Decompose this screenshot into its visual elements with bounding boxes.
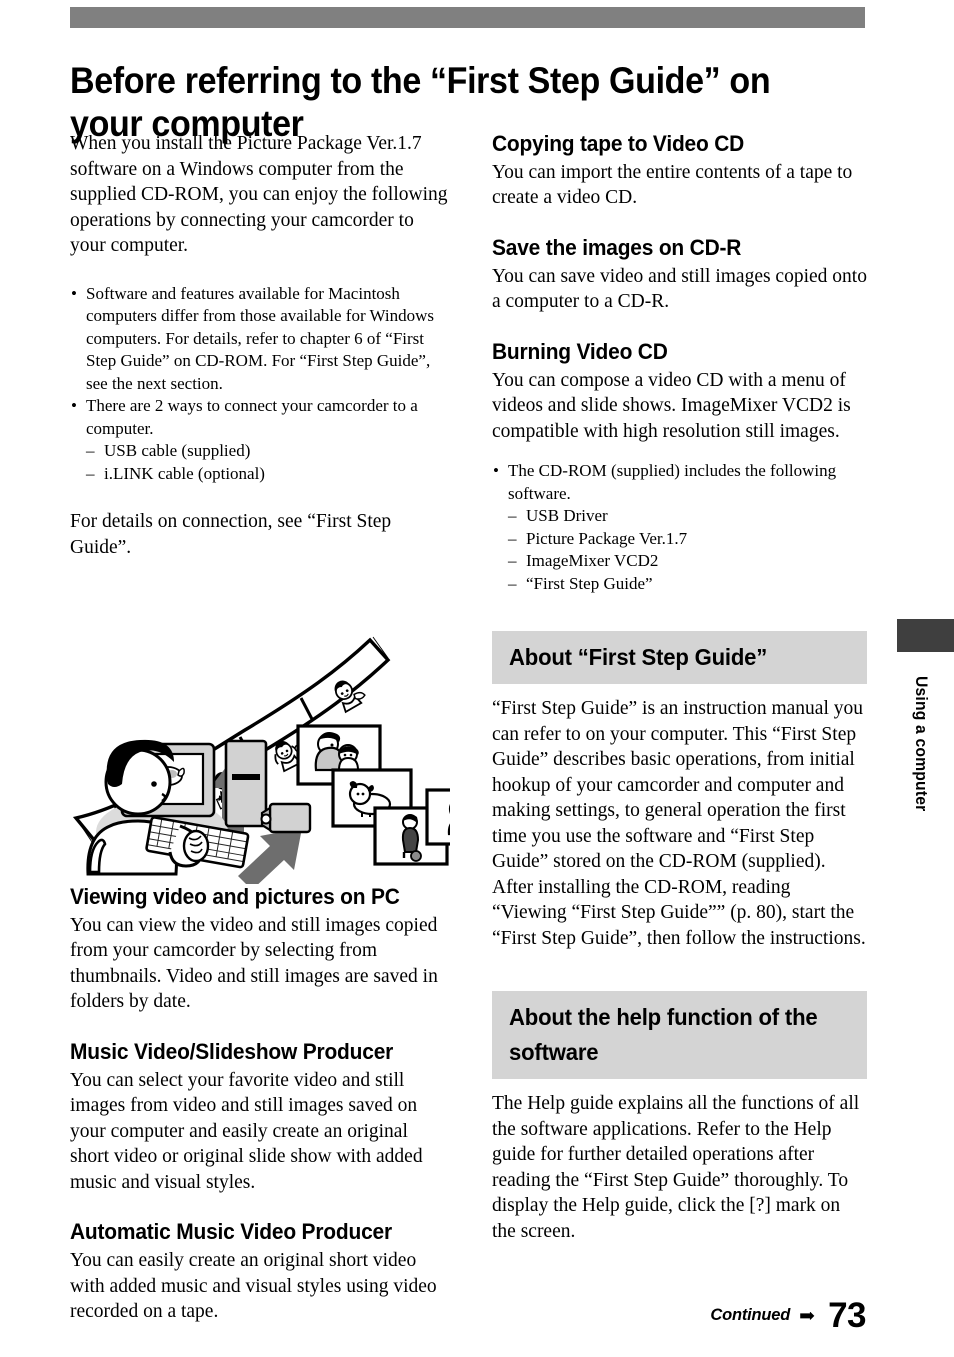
cdrom-contents-list: USB Driver Picture Package Ver.1.7 Image… <box>492 505 867 595</box>
list-item: USB cable (supplied) <box>86 440 450 463</box>
section-body: You can view the video and still images … <box>70 914 438 1013</box>
section-header-about-first-step-guide: About “First Step Guide” <box>492 631 867 685</box>
section-heading: Viewing video and pictures on PC <box>70 884 400 909</box>
cable-options-list: USB cable (supplied) i.LINK cable (optio… <box>70 440 450 485</box>
section-heading: Music Video/Slideshow Producer <box>70 1038 394 1064</box>
section-heading: Copying tape to Video CD <box>492 131 745 156</box>
chapter-tab-marker <box>897 619 954 652</box>
section-burning-video-cd: Burning Video CD You can compose a video… <box>492 339 867 444</box>
cdrom-note-list: The CD-ROM (supplied) includes the follo… <box>492 460 867 505</box>
section-heading: Burning Video CD <box>492 338 668 364</box>
section-header-label: About “First Step Guide” <box>509 644 768 671</box>
photo-thumbnails-icon <box>296 724 450 866</box>
list-item: Picture Package Ver.1.7 <box>508 528 867 551</box>
section-save-images-cdr: Save the images on CD-R You can save vid… <box>492 235 867 315</box>
about-help-function-body: The Help guide explains all the function… <box>492 1093 860 1242</box>
list-item: USB Driver <box>508 505 867 528</box>
list-item: “First Step Guide” <box>508 573 867 596</box>
section-header-label: About the help function of the software <box>509 1004 818 1066</box>
section-viewing-video: Viewing video and pictures on PC You can… <box>70 884 450 1015</box>
arrow-right-icon: ➡ <box>799 1306 816 1327</box>
page-number: 73 <box>828 1296 866 1335</box>
intro-paragraph: When you install the Picture Package Ver… <box>70 133 448 256</box>
continued-label: Continued <box>710 1306 791 1324</box>
section-body: You can import the entire contents of a … <box>492 161 853 209</box>
section-body: You can save video and still images copi… <box>492 265 867 313</box>
section-automatic-music-video: Automatic Music Video Producer You can e… <box>70 1219 450 1324</box>
connection-note: For details on connection, see “First St… <box>70 511 392 558</box>
left-column: When you install the Picture Package Ver… <box>70 131 450 1325</box>
document-page: Before referring to the “First Step Guid… <box>0 0 954 1357</box>
header-rule <box>70 7 865 28</box>
section-body: You can easily create an original short … <box>70 1250 437 1323</box>
section-body: You can select your favorite video and s… <box>70 1069 423 1193</box>
list-item: The CD-ROM (supplied) includes the follo… <box>492 460 867 505</box>
list-item: Software and features available for Maci… <box>70 283 450 396</box>
list-item: There are 2 ways to connect your camcord… <box>70 395 450 440</box>
page-footer: Continued ➡ 73 <box>710 1298 866 1333</box>
section-heading: Save the images on CD-R <box>492 234 742 260</box>
section-music-video-slideshow: Music Video/Slideshow Producer You can s… <box>70 1039 450 1195</box>
section-heading: Automatic Music Video Producer <box>70 1219 392 1245</box>
about-first-step-guide-body: “First Step Guide” is an instruction man… <box>492 698 866 949</box>
right-column: Copying tape to Video CD You can import … <box>492 131 867 1244</box>
notes-list: Software and features available for Maci… <box>70 283 450 441</box>
chapter-tab-label: Using a computer <box>912 676 930 812</box>
list-item: i.LINK cable (optional) <box>86 463 450 486</box>
list-item: ImageMixer VCD2 <box>508 550 867 573</box>
section-copying-tape: Copying tape to Video CD You can import … <box>492 131 867 211</box>
workflow-illustration: 5 <box>70 574 450 884</box>
section-body: You can compose a video CD with a menu o… <box>492 369 851 442</box>
section-header-about-help-function: About the help function of the software <box>492 991 867 1080</box>
